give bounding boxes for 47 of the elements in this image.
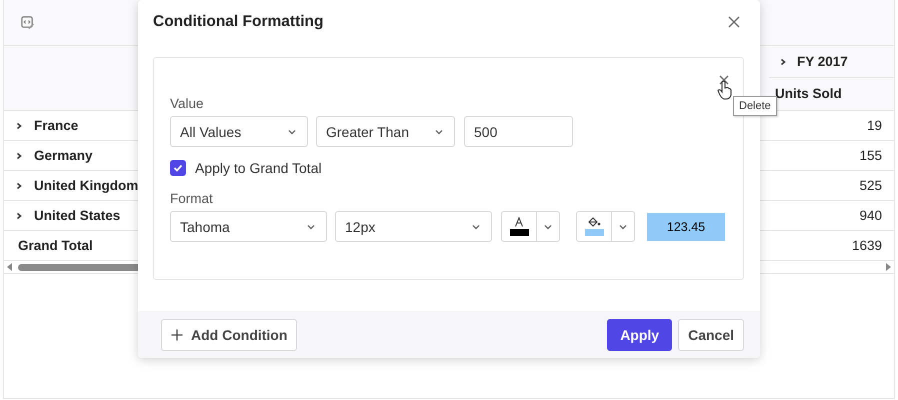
table-cell-text: 940 (858, 207, 883, 225)
fill-color-picker[interactable] (576, 211, 635, 242)
plus-icon (171, 328, 183, 340)
expand-icon[interactable] (15, 152, 23, 160)
table-cell-text: 1639 (850, 237, 883, 255)
font-color-picker[interactable] (501, 211, 560, 242)
hand-cursor-icon (717, 80, 733, 100)
color-swatch (584, 229, 604, 236)
font-dropdown[interactable]: Tahoma (170, 211, 327, 242)
font-color-icon (514, 217, 524, 227)
table-cell-text: 155 (858, 147, 883, 165)
color-swatch (510, 229, 528, 236)
field-label: Value (170, 96, 205, 111)
add-condition-button[interactable]: Add Condition (161, 318, 298, 350)
row-header[interactable]: Germany (34, 148, 93, 163)
column-header[interactable]: FY 2017 (769, 46, 894, 78)
font-size-dropdown[interactable]: 12px (335, 211, 492, 242)
total-label: Grand Total (18, 238, 93, 253)
scroll-right-icon[interactable] (884, 263, 892, 271)
expand-icon[interactable] (15, 212, 23, 220)
expand-icon[interactable] (15, 182, 23, 190)
checkbox-label: Apply to Grand Total (195, 160, 322, 176)
row-header[interactable]: France (34, 118, 78, 133)
table-cell-text: 19 (866, 117, 883, 135)
expand-icon[interactable] (779, 58, 787, 66)
delete-icon[interactable] (719, 75, 729, 85)
value-type-dropdown[interactable]: All Values (170, 116, 308, 147)
checkmark-icon (172, 162, 184, 174)
measure-header: Units Sold (774, 85, 843, 103)
format-preview: 123.45 (647, 212, 725, 240)
table-cell-text: 525 (858, 177, 883, 195)
cancel-button[interactable]: Cancel (678, 318, 744, 350)
scroll-left-icon[interactable] (6, 263, 14, 271)
operator-dropdown[interactable]: Greater Than (316, 116, 455, 147)
field-label: Format (170, 191, 214, 206)
column-header-label: FY 2017 (797, 54, 848, 69)
row-header[interactable]: United States (34, 208, 120, 223)
tooltip: Delete (733, 96, 777, 116)
row-header[interactable]: United Kingdom (34, 178, 138, 193)
expand-icon[interactable] (15, 122, 23, 130)
checkbox[interactable] (170, 160, 186, 176)
apply-button[interactable]: Apply (607, 318, 672, 350)
dialog-title: Conditional Formatting (153, 13, 324, 31)
formatting-icon[interactable] (20, 15, 35, 30)
fill-color-icon (587, 217, 601, 227)
value-field[interactable]: 500 (464, 116, 573, 147)
close-icon[interactable] (728, 16, 740, 28)
